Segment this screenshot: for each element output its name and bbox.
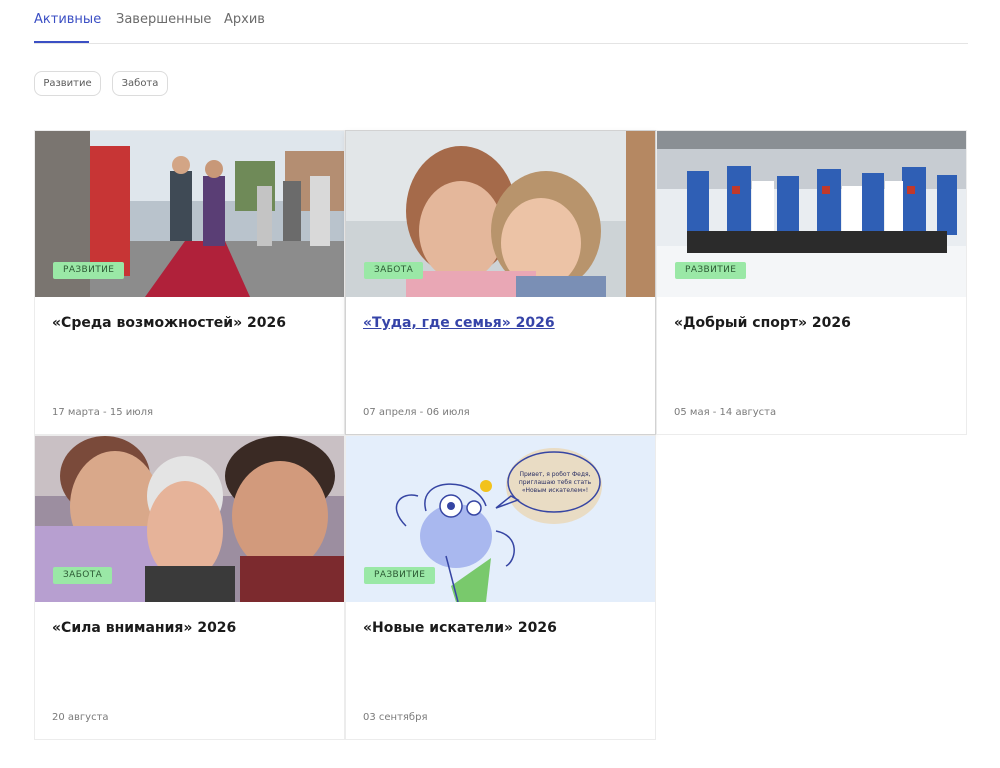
card-title[interactable]: «Новые искатели» 2026 [363, 620, 557, 636]
program-card[interactable]: Привет, я робот Федя, приглашаю тебя ста… [345, 435, 656, 740]
card-date: 03 сентября [363, 712, 428, 723]
program-card[interactable]: ЗАБОТА «Сила внимания» 2026 20 августа [34, 435, 345, 740]
status-tabs: Активные Завершенные Архив [34, 0, 968, 44]
category-badge: РАЗВИТИЕ [364, 567, 436, 584]
category-badge: РАЗВИТИЕ [53, 262, 125, 279]
program-cards-grid: РАЗВИТИЕ «Среда возможностей» 2026 17 ма… [34, 130, 968, 740]
program-card[interactable]: РАЗВИТИЕ «Добрый спорт» 2026 05 мая - 14… [656, 130, 967, 435]
category-badge: ЗАБОТА [364, 262, 424, 279]
speech-bubble-text: Привет, я робот Федя, приглашаю тебя ста… [518, 471, 592, 494]
filter-chip-development[interactable]: Развитие [34, 71, 101, 96]
category-badge: РАЗВИТИЕ [675, 262, 747, 279]
tab-completed[interactable]: Завершенные [116, 12, 211, 27]
card-date: 05 мая - 14 августа [674, 407, 777, 418]
tab-archive[interactable]: Архив [224, 12, 265, 27]
card-date: 07 апреля - 06 июля [363, 407, 470, 418]
program-card[interactable]: РАЗВИТИЕ «Среда возможностей» 2026 17 ма… [34, 130, 345, 435]
card-title[interactable]: «Туда, где семья» 2026 [363, 315, 555, 331]
tab-active[interactable]: Активные [34, 12, 101, 27]
filter-chip-care[interactable]: Забота [112, 71, 168, 96]
card-title[interactable]: «Сила внимания» 2026 [52, 620, 236, 636]
card-title[interactable]: «Среда возможностей» 2026 [52, 315, 286, 331]
category-badge: ЗАБОТА [53, 567, 113, 584]
card-date: 17 марта - 15 июля [52, 407, 154, 418]
card-date: 20 августа [52, 712, 109, 723]
card-title[interactable]: «Добрый спорт» 2026 [674, 315, 851, 331]
program-card[interactable]: ЗАБОТА «Туда, где семья» 2026 07 апреля … [345, 130, 656, 435]
active-tab-indicator [34, 41, 89, 43]
